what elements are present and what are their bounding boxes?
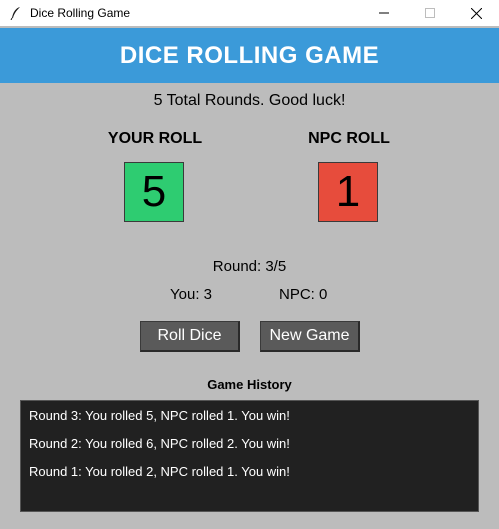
game-history-log[interactable]: Round 3: You rolled 5, NPC rolled 1. You…: [20, 400, 479, 512]
history-entry: Round 2: You rolled 6, NPC rolled 2. You…: [29, 436, 290, 451]
history-title: Game History: [207, 377, 292, 392]
maximize-icon[interactable]: [407, 0, 453, 26]
title-bar: Dice Rolling Game: [0, 0, 499, 26]
npc-die: 1: [318, 162, 378, 222]
your-roll-label: YOUR ROLL: [107, 130, 203, 147]
close-icon[interactable]: [453, 0, 499, 26]
window-title: Dice Rolling Game: [30, 6, 131, 20]
page-title: DICE ROLLING GAME: [119, 41, 380, 69]
player-die: 5: [124, 162, 184, 222]
game-subtitle: 5 Total Rounds. Good luck!: [153, 92, 346, 109]
npc-roll-label: NPC ROLL: [308, 130, 390, 147]
history-entry: Round 3: You rolled 5, NPC rolled 1. You…: [29, 408, 290, 423]
history-entry: Round 1: You rolled 2, NPC rolled 1. You…: [29, 464, 290, 479]
new-game-button[interactable]: New Game: [260, 321, 360, 352]
header-banner: DICE ROLLING GAME: [0, 28, 499, 83]
feather-icon: [8, 5, 24, 21]
npc-score: NPC: 0: [279, 286, 328, 303]
player-score: You: 3: [170, 286, 212, 303]
round-counter: Round: 3/5: [212, 258, 287, 275]
app-window: Dice Rolling Game DICE ROLLING GAME 5 To…: [0, 0, 499, 529]
minimize-icon[interactable]: [361, 0, 407, 26]
roll-dice-button[interactable]: Roll Dice: [140, 321, 240, 352]
window-controls: [361, 0, 499, 26]
